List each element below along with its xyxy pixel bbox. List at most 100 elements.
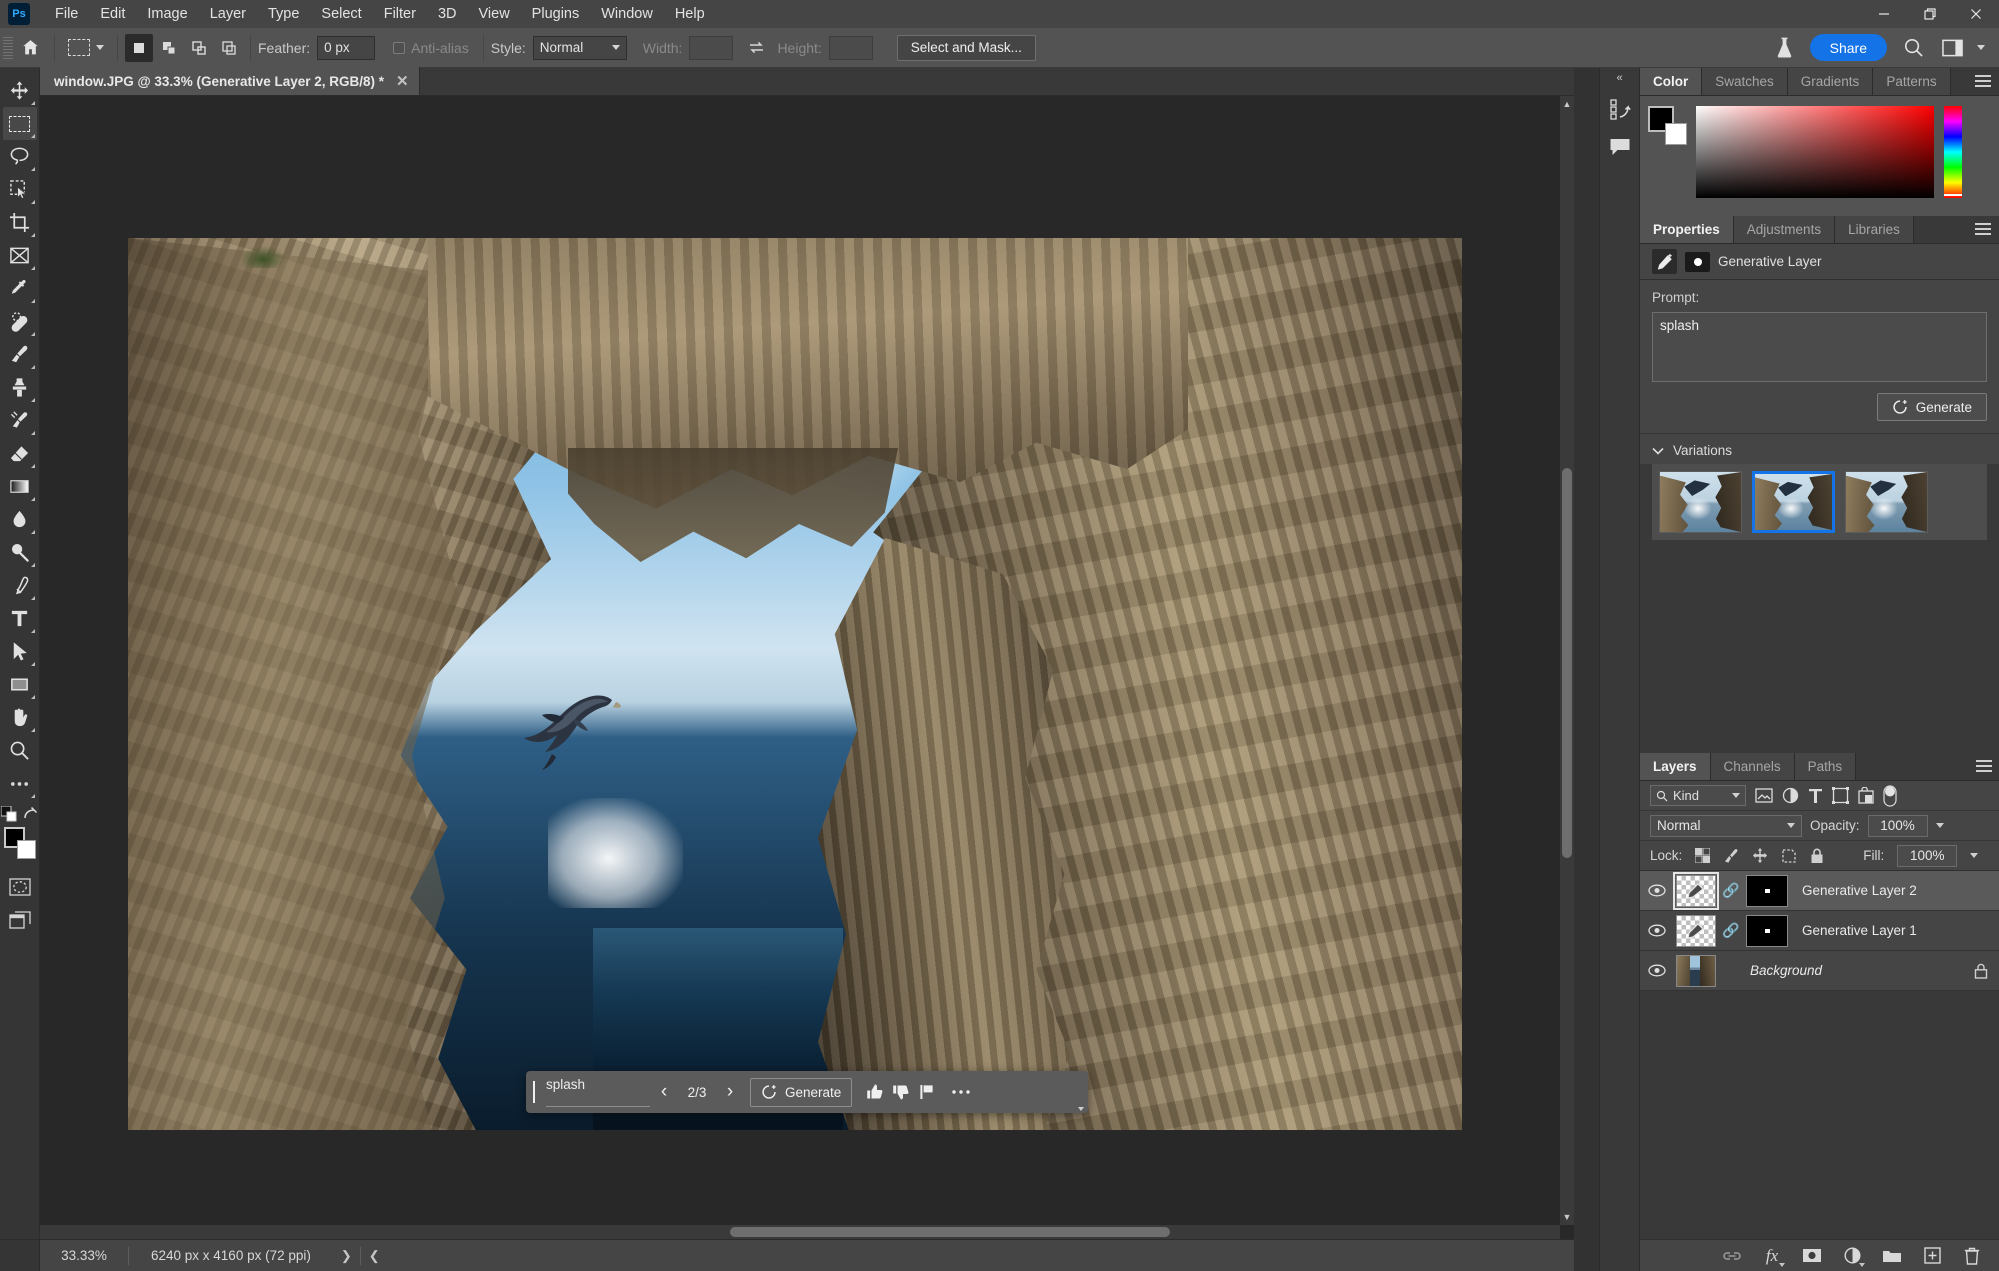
table-row[interactable]: 🔗 Generative Layer 1 [1640, 911, 1999, 951]
dodge-tool[interactable] [3, 536, 37, 569]
close-button[interactable] [1953, 0, 1999, 28]
tab-adjustments[interactable]: Adjustments [1734, 216, 1835, 243]
search-icon[interactable] [1899, 37, 1927, 58]
crop-tool[interactable] [3, 206, 37, 239]
color-picker-field[interactable] [1696, 106, 1934, 198]
layer-thumbnail[interactable] [1676, 955, 1716, 987]
zoom-tool[interactable] [3, 734, 37, 767]
panel-menu-icon[interactable] [1976, 760, 1992, 774]
canvas-horizontal-scrollbar[interactable] [40, 1225, 1560, 1239]
brush-tool[interactable] [3, 338, 37, 371]
new-group-icon[interactable] [1882, 1246, 1902, 1266]
delete-layer-icon[interactable] [1962, 1246, 1982, 1266]
add-layer-mask-icon[interactable] [1802, 1246, 1822, 1266]
blend-mode-select[interactable]: Normal [1650, 815, 1802, 837]
new-selection-button[interactable] [125, 34, 153, 62]
options-bar-grip[interactable] [3, 37, 13, 59]
vertical-scroll-thumb[interactable] [1562, 468, 1572, 858]
flag-icon[interactable] [914, 1078, 940, 1106]
layer-name[interactable]: Background [1750, 963, 1966, 978]
swap-dimensions-icon[interactable] [745, 40, 767, 55]
tab-color[interactable]: Color [1640, 68, 1702, 95]
menu-type[interactable]: Type [257, 3, 310, 26]
layer-thumbnail[interactable] [1676, 915, 1716, 947]
menu-view[interactable]: View [468, 3, 521, 26]
hand-tool[interactable] [3, 701, 37, 734]
menu-window[interactable]: Window [590, 3, 664, 26]
generative-fill-toolbar[interactable]: splash ‹ 2/3 › Generate [526, 1071, 1088, 1113]
type-tool[interactable] [3, 602, 37, 635]
lasso-tool[interactable] [3, 140, 37, 173]
lock-position-icon[interactable] [1752, 848, 1768, 864]
layer-name[interactable]: Generative Layer 1 [1802, 923, 1999, 938]
tab-paths[interactable]: Paths [1795, 753, 1857, 780]
canvas-vertical-scrollbar[interactable]: ▲ ▼ [1560, 96, 1574, 1225]
table-row[interactable]: 🔗 Generative Layer 2 [1640, 871, 1999, 911]
generative-prompt-input[interactable]: splash [546, 1077, 650, 1107]
layer-visibility-toggle[interactable] [1646, 924, 1668, 937]
lock-transparent-pixels-icon[interactable] [1695, 848, 1710, 863]
opacity-chevron-down-icon[interactable] [1936, 823, 1944, 828]
width-input[interactable] [689, 36, 733, 60]
subtract-from-selection-button[interactable] [185, 34, 213, 62]
hue-slider[interactable] [1944, 106, 1962, 198]
height-input[interactable] [829, 36, 873, 60]
screen-mode-icon[interactable] [3, 903, 37, 936]
tab-layers[interactable]: Layers [1640, 753, 1711, 780]
add-to-selection-button[interactable] [155, 34, 183, 62]
layer-name[interactable]: Generative Layer 2 [1802, 883, 1999, 898]
close-icon[interactable]: ✕ [396, 74, 409, 89]
menu-filter[interactable]: Filter [373, 3, 427, 26]
swap-colors-icon[interactable] [23, 807, 38, 822]
variation-thumbnail-2[interactable] [1752, 471, 1835, 533]
opacity-value[interactable]: 100% [1868, 815, 1928, 837]
menu-file[interactable]: File [44, 3, 89, 26]
menu-select[interactable]: Select [310, 3, 372, 26]
filter-type-icon[interactable] [1808, 788, 1823, 804]
background-color-swatch[interactable] [1665, 123, 1687, 145]
gradient-tool[interactable] [3, 470, 37, 503]
lock-artboard-nesting-icon[interactable] [1781, 848, 1797, 864]
chevron-down-icon[interactable] [1977, 45, 1985, 50]
menu-3d[interactable]: 3D [427, 3, 468, 26]
resize-handle[interactable] [1078, 1107, 1084, 1111]
minimize-button[interactable] [1861, 0, 1907, 28]
color-panel-swatches[interactable] [1648, 106, 1686, 144]
history-icon[interactable] [1603, 92, 1637, 126]
panel-menu-icon[interactable] [1975, 75, 1991, 89]
chevron-left-icon[interactable]: ‹ [650, 1078, 678, 1106]
feather-input[interactable]: 0 px [317, 36, 375, 60]
new-layer-icon[interactable] [1922, 1246, 1942, 1266]
variation-thumbnail-1[interactable] [1659, 471, 1742, 533]
home-icon[interactable] [13, 34, 47, 62]
more-options-icon[interactable] [948, 1078, 974, 1106]
tab-properties[interactable]: Properties [1640, 216, 1734, 243]
menu-help[interactable]: Help [664, 3, 716, 26]
workspace-icon[interactable] [1939, 39, 1965, 57]
add-layer-style-icon[interactable]: fx [1762, 1246, 1782, 1266]
background-color-swatch[interactable] [17, 840, 36, 859]
lock-image-pixels-icon[interactable] [1723, 848, 1739, 864]
link-layers-icon[interactable] [1722, 1246, 1742, 1266]
variations-header[interactable]: Variations [1640, 433, 1999, 464]
generate-button[interactable]: Generate [750, 1078, 852, 1107]
document-tab[interactable]: window.JPG @ 33.3% (Generative Layer 2, … [40, 67, 420, 95]
spot-healing-brush-tool[interactable] [3, 305, 37, 338]
history-brush-tool[interactable] [3, 404, 37, 437]
eyedropper-tool[interactable] [3, 272, 37, 305]
layer-visibility-toggle[interactable] [1646, 964, 1668, 977]
thumbs-down-icon[interactable] [888, 1078, 914, 1106]
menu-layer[interactable]: Layer [199, 3, 257, 26]
restore-button[interactable] [1907, 0, 1953, 28]
chevron-left-icon[interactable]: ❮ [361, 1248, 388, 1264]
move-tool[interactable] [3, 74, 37, 107]
tab-patterns[interactable]: Patterns [1873, 68, 1950, 95]
path-selection-tool[interactable] [3, 635, 37, 668]
object-selection-tool[interactable] [3, 173, 37, 206]
filter-adjustment-icon[interactable] [1782, 787, 1799, 804]
filter-shape-icon[interactable] [1832, 787, 1849, 804]
tool-preset-picker[interactable] [62, 33, 110, 63]
blur-tool[interactable] [3, 503, 37, 536]
flask-icon[interactable] [1772, 37, 1798, 58]
document-image[interactable]: splash ‹ 2/3 › Generate [128, 238, 1462, 1130]
